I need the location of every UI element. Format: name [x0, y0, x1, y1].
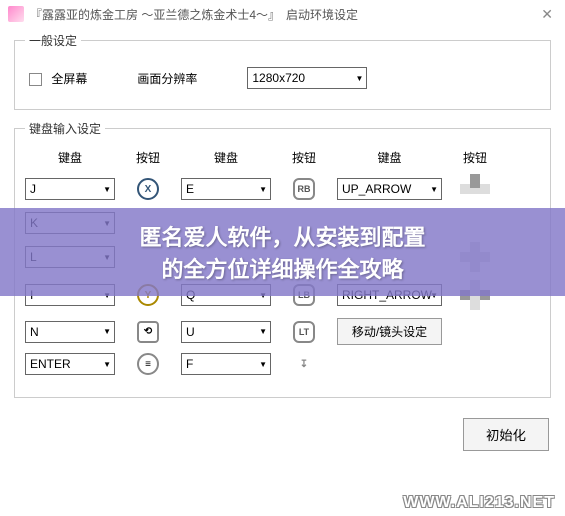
- header-btn3: 按钮: [450, 149, 500, 166]
- table-row: ENTER ≡ F ↧: [25, 353, 540, 375]
- key-select[interactable]: F: [181, 353, 271, 375]
- initialize-button[interactable]: 初始化: [463, 418, 549, 451]
- dpad-up-icon: [460, 174, 490, 204]
- window-title: 『露露亚的炼金工房 ～亚兰德之炼金术士4～』 启动环境设定: [30, 6, 537, 23]
- keyboard-legend: 键盘输入设定: [25, 120, 105, 137]
- key-select[interactable]: ENTER: [25, 353, 115, 375]
- checkbox-icon: [29, 73, 42, 86]
- header-kb1: 键盘: [25, 149, 115, 166]
- rb-button-icon: RB: [293, 178, 315, 200]
- table-row: N ⟲ U LT 移动/镜头设定: [25, 318, 540, 345]
- header-btn1: 按钮: [123, 149, 173, 166]
- resolution-value: 1280x720: [252, 71, 305, 85]
- general-legend: 一般设定: [25, 32, 81, 49]
- key-select[interactable]: E: [181, 178, 271, 200]
- resolution-select[interactable]: 1280x720: [247, 67, 367, 89]
- titlebar: 『露露亚的炼金工房 ～亚兰德之炼金术士4～』 启动环境设定 ✕: [0, 0, 565, 28]
- fullscreen-checkbox[interactable]: 全屏幕: [29, 70, 87, 87]
- overlay-line2: 的全方位详细操作全攻略: [161, 252, 403, 284]
- view-button-icon: ⟲: [137, 321, 159, 343]
- stick-down-icon: ↧: [293, 353, 315, 375]
- header-btn2: 按钮: [279, 149, 329, 166]
- x-button-icon: X: [137, 178, 159, 200]
- overlay-line1: 匿名爱人软件，从安装到配置: [139, 220, 425, 252]
- lt-button-icon: LT: [293, 321, 315, 343]
- fullscreen-label: 全屏幕: [51, 70, 87, 87]
- overlay-banner: 匿名爱人软件，从安装到配置 的全方位详细操作全攻略: [0, 208, 565, 296]
- app-icon: [8, 6, 24, 22]
- close-icon[interactable]: ✕: [537, 6, 557, 23]
- header-kb3: 键盘: [337, 149, 442, 166]
- menu-button-icon: ≡: [137, 353, 159, 375]
- key-select[interactable]: J: [25, 178, 115, 200]
- key-select[interactable]: UP_ARROW: [337, 178, 442, 200]
- key-select[interactable]: N: [25, 321, 115, 343]
- move-camera-button[interactable]: 移动/镜头设定: [337, 318, 442, 345]
- general-settings-group: 一般设定 全屏幕 画面分辨率 1280x720: [14, 32, 551, 110]
- resolution-label: 画面分辨率: [137, 70, 197, 87]
- watermark: WWW.ALI213.NET: [403, 494, 555, 512]
- header-kb2: 键盘: [181, 149, 271, 166]
- key-select[interactable]: U: [181, 321, 271, 343]
- table-row: J X E RB UP_ARROW: [25, 174, 540, 204]
